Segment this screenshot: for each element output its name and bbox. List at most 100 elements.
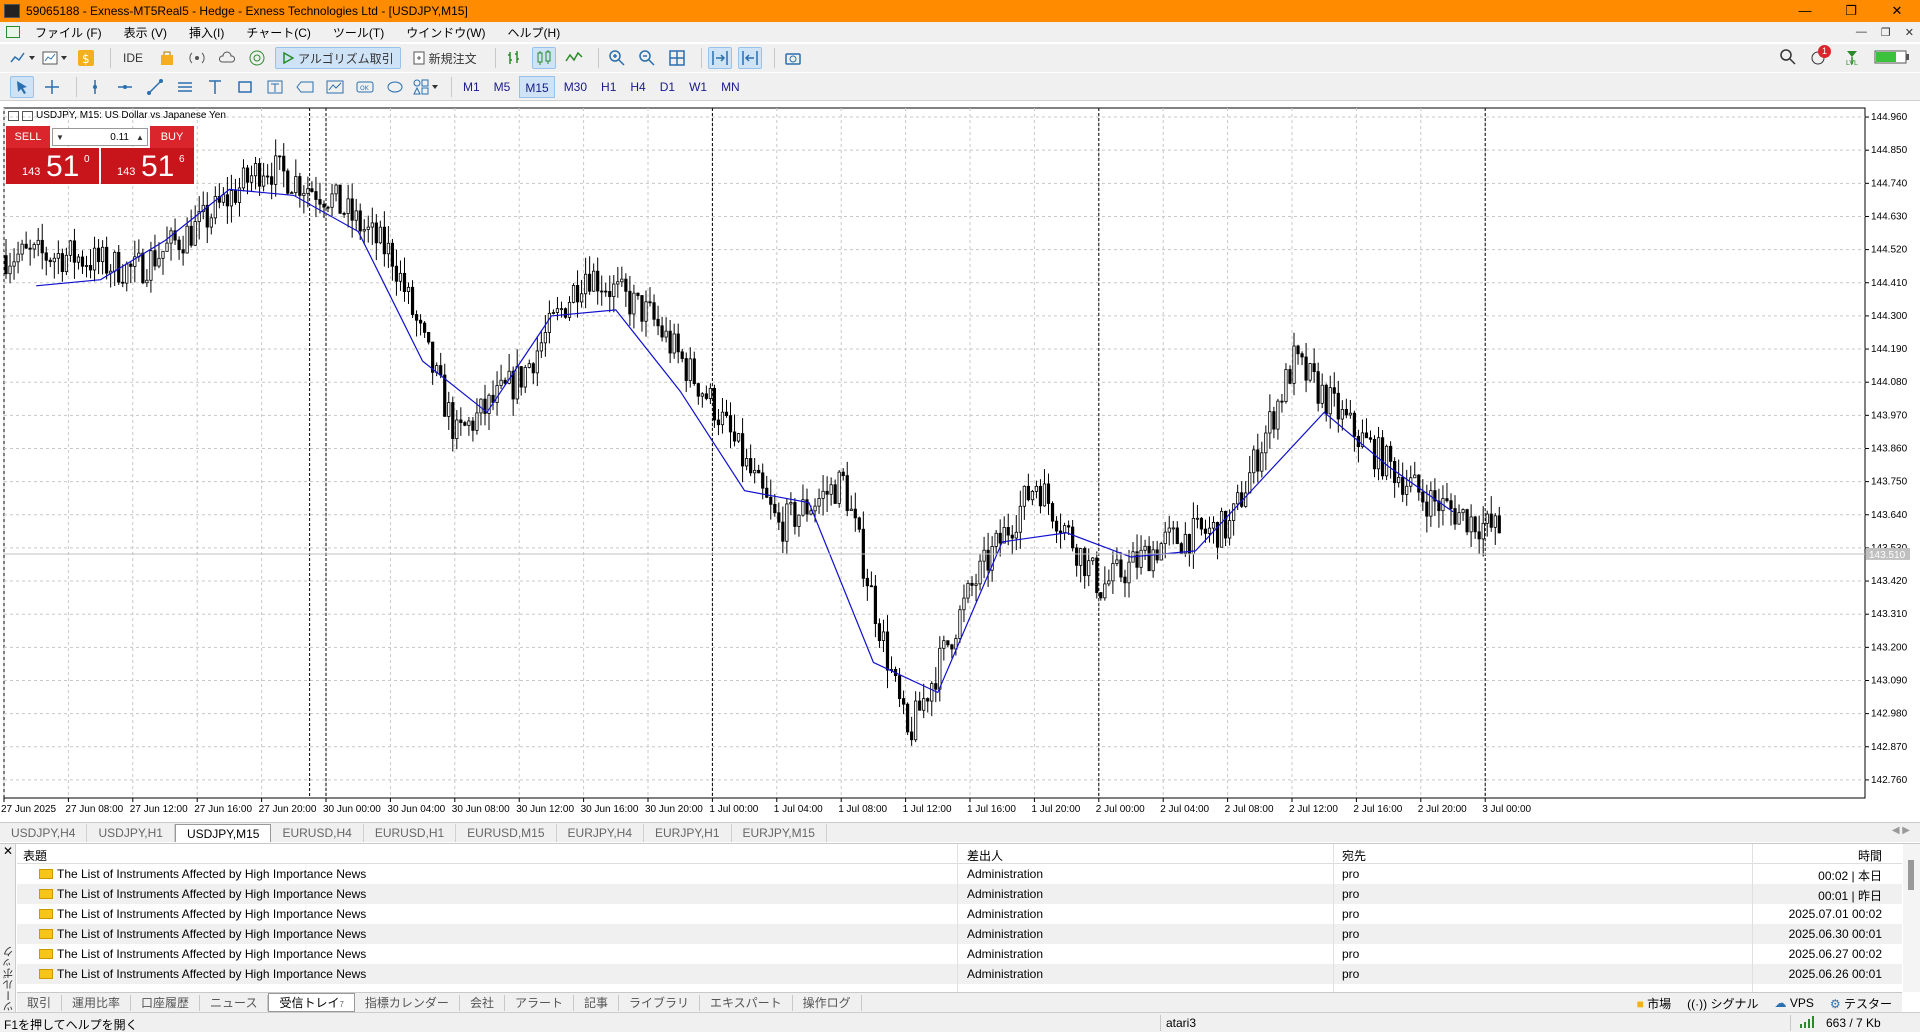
bar-chart-icon[interactable] <box>502 47 526 69</box>
market-link[interactable]: ■ 市場 <box>1637 995 1672 1012</box>
screenshot-icon[interactable] <box>781 47 805 69</box>
text-icon[interactable] <box>203 76 227 98</box>
chart-window[interactable]: 144.960 144.850 144.740 144.630 144.520 144.4… <box>0 102 1920 822</box>
timeframe-m30[interactable]: M30 <box>559 76 592 98</box>
menu-tools[interactable]: ツール(T) <box>322 24 395 41</box>
tab-news[interactable]: ニュース <box>200 994 269 1011</box>
column-from[interactable]: 差出人 <box>967 847 1003 864</box>
notifications-icon[interactable]: 1 <box>1810 44 1831 69</box>
minimize-icon[interactable]: — <box>1782 0 1828 22</box>
menu-help[interactable]: ヘルプ(H) <box>497 24 572 41</box>
line-chart-icon[interactable] <box>562 47 586 69</box>
chart-shift-icon[interactable] <box>737 47 762 69</box>
tab-library[interactable]: ライブラリ <box>619 994 700 1011</box>
chart-tab[interactable]: EURJPY,M15 <box>732 824 827 842</box>
button-object-icon[interactable]: OK <box>353 76 377 98</box>
zoom-in-icon[interactable] <box>605 47 629 69</box>
vps-link[interactable]: ☁ VPS <box>1775 996 1814 1010</box>
chart-settings-icon[interactable] <box>22 110 33 121</box>
close-icon[interactable]: ✕ <box>3 844 13 858</box>
timeframe-m15[interactable]: M15 <box>519 75 555 98</box>
signal-icon[interactable] <box>185 47 209 69</box>
dollar-icon[interactable]: $ <box>74 47 98 69</box>
tab-alerts[interactable]: アラート <box>505 994 574 1011</box>
buy-button[interactable]: BUY <box>150 126 194 148</box>
mdi-restore-icon[interactable]: ❐ <box>1881 26 1891 39</box>
rectangle-icon[interactable] <box>233 76 257 98</box>
chart-object-icon[interactable] <box>323 76 347 98</box>
tab-experts[interactable]: エキスパート <box>700 994 793 1011</box>
tab-exposure[interactable]: 運用比率 <box>62 994 132 1011</box>
search-icon[interactable] <box>1780 48 1796 68</box>
ide-button[interactable]: IDE <box>117 47 149 69</box>
tab-trade[interactable]: 取引 <box>17 994 63 1011</box>
chart-window-icon[interactable] <box>6 26 20 38</box>
table-row[interactable]: The List of Instruments Affected by High… <box>17 884 1902 904</box>
sell-button[interactable]: SELL <box>6 126 50 148</box>
zoom-out-icon[interactable] <box>635 47 659 69</box>
chart-tab[interactable]: EURUSD,M15 <box>456 824 557 842</box>
more-objects-icon[interactable] <box>413 76 439 98</box>
column-to[interactable]: 宛先 <box>1342 847 1366 864</box>
table-row[interactable]: The List of Instruments Affected by High… <box>17 964 1902 984</box>
table-row[interactable]: The List of Instruments Affected by High… <box>17 864 1902 884</box>
chart-tab[interactable]: EURUSD,H1 <box>364 824 457 842</box>
chart-tab[interactable]: EURJPY,H4 <box>557 824 645 842</box>
maximize-icon[interactable]: ❐ <box>1828 0 1874 22</box>
timeframe-m1[interactable]: M1 <box>458 76 485 98</box>
tab-articles[interactable]: 記事 <box>574 994 619 1011</box>
volume-field[interactable]: ▼ 0.11 ▲ <box>52 128 148 146</box>
tester-link[interactable]: ⚙ テスター <box>1830 995 1892 1012</box>
chart-tab[interactable]: USDJPY,H4 <box>0 824 88 842</box>
cloud-icon[interactable] <box>215 47 239 69</box>
trendline-icon[interactable] <box>143 76 167 98</box>
menu-file[interactable]: ファイル (F) <box>24 24 113 41</box>
horizontal-line-icon[interactable] <box>113 76 137 98</box>
text-label-icon[interactable] <box>263 76 287 98</box>
table-row[interactable]: The List of Instruments Affected by High… <box>17 924 1902 944</box>
chart-tab[interactable]: USDJPY,H1 <box>87 824 175 842</box>
volume-value[interactable]: 0.11 <box>67 132 133 143</box>
timeframe-h4[interactable]: H4 <box>625 76 650 98</box>
tab-calendar[interactable]: 指標カレンダー <box>355 994 460 1011</box>
ask-price-box[interactable]: 143 51 6 <box>101 148 194 184</box>
chart-tab[interactable]: EURUSD,H4 <box>271 824 364 842</box>
crosshair-icon[interactable] <box>40 76 64 98</box>
timeframe-mn[interactable]: MN <box>716 76 745 98</box>
profiles-icon[interactable] <box>42 47 68 69</box>
chart-tab-active[interactable]: USDJPY,M15 <box>174 824 272 842</box>
menu-window[interactable]: ウインドウ(W) <box>395 24 496 41</box>
chart-tab[interactable]: EURJPY,H1 <box>644 824 732 842</box>
vertical-line-icon[interactable] <box>83 76 107 98</box>
close-icon[interactable]: ✕ <box>1874 0 1920 22</box>
menu-chart[interactable]: チャート(C) <box>235 24 322 41</box>
inbox-scrollbar[interactable] <box>1903 844 1920 992</box>
timeframe-d1[interactable]: D1 <box>655 76 680 98</box>
volume-dropdown-icon[interactable]: ▼ <box>53 133 67 142</box>
mdi-minimize-icon[interactable]: — <box>1856 26 1867 39</box>
tab-journal[interactable]: 操作ログ <box>793 994 862 1011</box>
menu-view[interactable]: 表示 (V) <box>113 24 178 41</box>
candlestick-icon[interactable] <box>531 47 556 69</box>
signals-link[interactable]: ((·)) シグナル <box>1687 995 1758 1012</box>
cursor-icon[interactable] <box>10 75 34 98</box>
timeframe-h1[interactable]: H1 <box>596 76 621 98</box>
volume-up-icon[interactable]: ▲ <box>133 133 147 142</box>
tab-company[interactable]: 会社 <box>460 994 505 1011</box>
auto-scroll-icon[interactable] <box>707 47 732 69</box>
new-order-button[interactable]: 新規注文 <box>407 47 483 69</box>
price-label-icon[interactable] <box>293 76 317 98</box>
table-row[interactable]: The List of Instruments Affected by High… <box>17 904 1902 924</box>
tab-inbox[interactable]: 受信トレイ7 <box>268 993 355 1012</box>
shapes-icon[interactable] <box>383 76 407 98</box>
menu-insert[interactable]: 挿入(I) <box>178 24 235 41</box>
mdi-close-icon[interactable]: ✕ <box>1905 26 1914 39</box>
table-row[interactable]: The List of Instruments Affected by High… <box>17 944 1902 964</box>
timeframe-m5[interactable]: M5 <box>489 76 516 98</box>
chart-menu-icon[interactable] <box>8 110 19 121</box>
bag-icon[interactable] <box>155 47 179 69</box>
bid-price-box[interactable]: 143 51 0 <box>6 148 99 184</box>
timeframe-w1[interactable]: W1 <box>684 76 712 98</box>
column-subject[interactable]: 表題 <box>23 847 47 864</box>
tab-scroll-arrows-icon[interactable]: ◀ ▶ <box>1892 825 1910 836</box>
